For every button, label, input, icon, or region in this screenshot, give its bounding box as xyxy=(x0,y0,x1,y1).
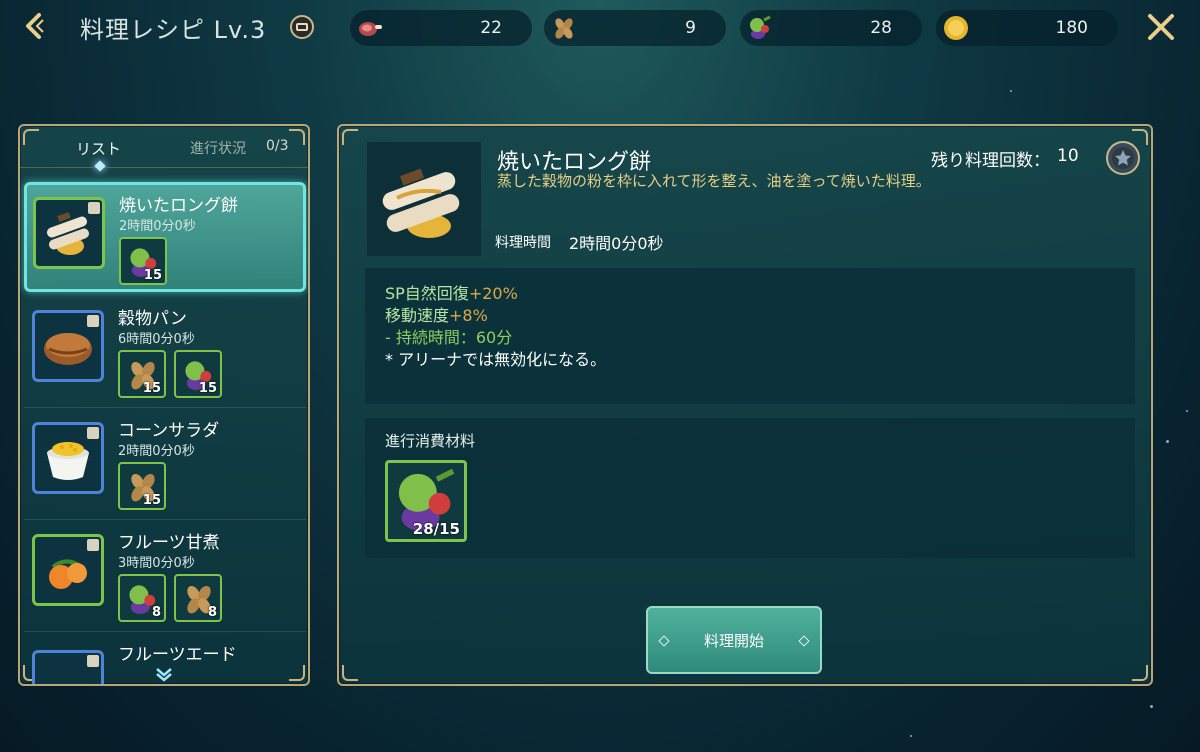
materials-box: 進行消費材料 28/15 xyxy=(365,418,1135,558)
resource-value: 28 xyxy=(870,18,892,38)
recipe-time: 2時間0分0秒 xyxy=(119,219,196,234)
recipe-name: 焼いたロング餅 xyxy=(119,196,238,216)
start-cooking-label: 料理開始 xyxy=(703,631,764,650)
effect-label: 移動速度 xyxy=(385,306,450,325)
sparkle-decoration xyxy=(1010,90,1012,92)
resource-value: 180 xyxy=(1055,18,1088,38)
recipe-time: 6時間0分0秒 xyxy=(118,332,195,347)
material-slot[interactable]: 28/15 xyxy=(385,460,467,542)
chevron-down-icon xyxy=(156,668,172,682)
recipe-name: コーンサラダ xyxy=(118,421,220,441)
grilled-rice-cake-icon xyxy=(367,142,481,256)
frame-corner xyxy=(1132,665,1148,681)
recipe-time: 2時間0分0秒 xyxy=(118,444,195,459)
materials-title: 進行消費材料 xyxy=(385,432,476,450)
resource-vegetable: 28 xyxy=(740,10,922,46)
gift-icon xyxy=(87,427,99,439)
resource-value: 22 xyxy=(480,18,502,38)
progress-label: 進行状況 xyxy=(190,141,246,157)
start-cooking-button[interactable]: 料理開始 xyxy=(646,606,822,674)
page-title: 料理レシピ Lv.3 xyxy=(80,16,267,44)
recipe-book-icon[interactable] xyxy=(290,15,314,39)
effect-box: SP自然回復+20% 移動速度+8% - 持続時間：60分 * アリーナでは無効… xyxy=(365,268,1135,404)
ingredient-slot: 15 xyxy=(118,350,166,398)
effect-value: +20% xyxy=(468,284,518,303)
frame-corner xyxy=(342,129,358,145)
list-tab-bar: リスト 進行状況 0/3 xyxy=(20,126,308,172)
vegetable-icon xyxy=(750,15,771,39)
effect-duration: - 持続時間：60分 xyxy=(385,328,513,347)
grilled-rice-cake-icon xyxy=(33,197,105,269)
recipe-list-item[interactable]: フルーツ甘煮 3時間0分0秒 8 8 xyxy=(24,520,306,632)
grain-icon xyxy=(555,18,573,39)
cook-time-label: 料理時間 xyxy=(495,235,551,251)
gift-icon xyxy=(88,202,100,214)
effect-label: SP自然回復 xyxy=(385,284,469,303)
recipe-list-panel: リスト 進行状況 0/3 焼いたロング餅 2時間0分0秒 15 穀物パン 6時間… xyxy=(18,124,310,686)
resource-value: 9 xyxy=(685,18,696,38)
ingredient-count: 15 xyxy=(198,381,217,396)
ingredient-count: 15 xyxy=(142,381,161,396)
ingredient-count: 8 xyxy=(207,605,217,620)
ingredient-slot: 15 xyxy=(119,237,167,285)
recipe-list-item[interactable]: 焼いたロング餅 2時間0分0秒 15 xyxy=(24,182,306,292)
cook-time-value: 2時間0分0秒 xyxy=(569,234,664,253)
gift-icon xyxy=(87,655,99,667)
tab-list[interactable]: リスト xyxy=(76,138,121,159)
sparkle-decoration xyxy=(910,735,912,737)
effect-note: * アリーナでは無効化になる。 xyxy=(385,350,607,369)
ingredient-count: 15 xyxy=(143,268,162,283)
chevron-left-icon xyxy=(26,13,44,39)
recipe-description: 蒸した穀物の粉を枠に入れて形を整え、油を塗って焼いた料理。 xyxy=(497,172,931,190)
material-count: 28/15 xyxy=(412,520,460,538)
star-medal-icon[interactable] xyxy=(1105,140,1141,176)
back-button[interactable] xyxy=(18,10,50,42)
frame-corner xyxy=(342,665,358,681)
gift-icon xyxy=(87,539,99,551)
progress-value: 0/3 xyxy=(266,138,289,154)
ingredient-count: 8 xyxy=(151,605,161,620)
active-tab-indicator xyxy=(94,160,106,172)
diamond-ornament-icon xyxy=(798,635,810,647)
resource-grain: 9 xyxy=(544,10,726,46)
recipe-time: 3時間0分0秒 xyxy=(118,556,195,571)
ingredient-slot: 15 xyxy=(118,462,166,510)
diamond-ornament-icon xyxy=(658,635,670,647)
recipe-list-item[interactable]: 穀物パン 6時間0分0秒 15 15 xyxy=(24,296,306,408)
ingredient-count: 15 xyxy=(142,493,161,508)
scroll-down-button[interactable] xyxy=(154,664,174,684)
close-icon xyxy=(1148,14,1174,40)
ingredient-slot: 8 xyxy=(118,574,166,622)
sparkle-decoration xyxy=(1150,705,1153,708)
gift-icon xyxy=(87,315,99,327)
effect-value: +8% xyxy=(449,306,488,325)
close-button[interactable] xyxy=(1146,12,1176,42)
effect-line: 移動速度+8% xyxy=(385,302,488,326)
gold-coin-icon xyxy=(944,16,968,40)
fruit-ade-icon xyxy=(32,650,104,684)
ingredient-slot: 8 xyxy=(174,574,222,622)
effect-line: SP自然回復+20% xyxy=(385,280,518,304)
recipe-name: フルーツエード xyxy=(118,645,237,665)
ingredient-slot: 15 xyxy=(174,350,222,398)
recipe-name: フルーツ甘煮 xyxy=(118,533,220,553)
recipe-name: 穀物パン xyxy=(118,309,187,329)
fruit-compote-icon xyxy=(32,534,104,606)
grain-bread-icon xyxy=(32,310,104,382)
sparkle-decoration xyxy=(1166,440,1169,443)
remaining-count-label: 残り料理回数： xyxy=(931,151,1050,171)
resource-gold: 180 xyxy=(936,10,1118,46)
top-bar: 料理レシピ Lv.3 22 9 28 180 xyxy=(0,0,1200,54)
meat-icon xyxy=(359,22,382,36)
corn-salad-icon xyxy=(32,422,104,494)
recipe-detail-panel: 焼いたロング餅 蒸した穀物の粉を枠に入れて形を整え、油を塗って焼いた料理。 料理… xyxy=(337,124,1153,686)
resource-meat: 22 xyxy=(350,10,532,46)
remaining-count-value: 10 xyxy=(1057,146,1079,166)
sparkle-decoration xyxy=(1186,410,1188,412)
recipe-list-item[interactable]: コーンサラダ 2時間0分0秒 15 xyxy=(24,408,306,520)
